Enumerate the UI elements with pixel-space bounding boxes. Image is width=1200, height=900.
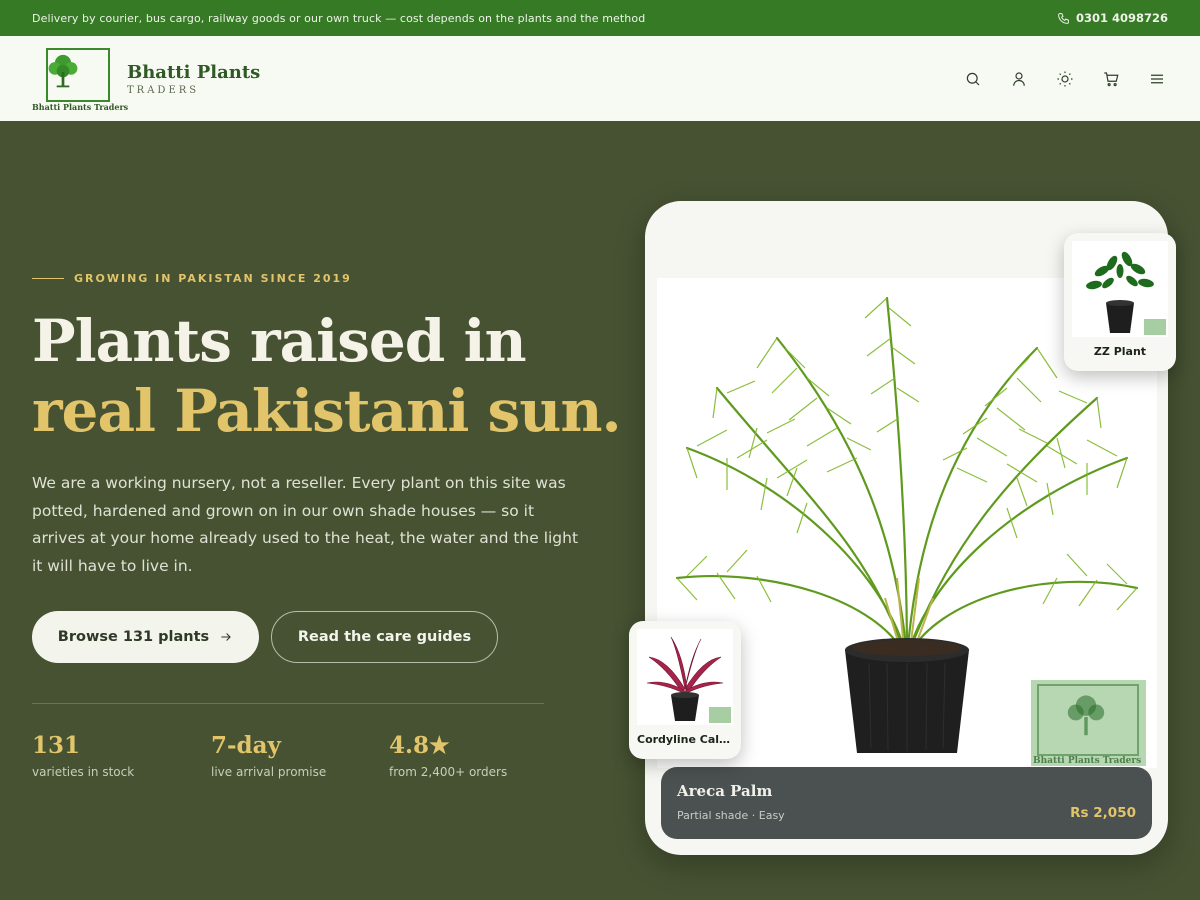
browse-plants-label: Browse 131 plants xyxy=(57,629,210,645)
eyebrow-rule xyxy=(32,278,64,279)
stat-arrival: 7-day live arrival promise xyxy=(211,732,326,779)
tree-logo-icon xyxy=(48,54,78,87)
cart-icon xyxy=(1104,71,1119,86)
watermark-text: Bhatti Plants Traders xyxy=(1033,756,1142,766)
phone-number: 0301 4098726 xyxy=(1075,11,1168,25)
delivery-message: Delivery by courier, bus cargo, railway … xyxy=(32,11,646,25)
stats-divider xyxy=(32,703,544,704)
mini-card-cordyline[interactable]: Cordyline Calypso xyxy=(629,621,741,759)
featured-plant-price: Rs 2,050 xyxy=(1070,805,1136,821)
stat-value: 131 xyxy=(32,732,81,759)
phone-link[interactable]: 0301 4098726 xyxy=(1057,11,1168,25)
stat-value: 4.8★ xyxy=(389,732,450,759)
hero-title: Plants raised in real Pakistani sun. xyxy=(32,306,622,446)
header-actions xyxy=(962,68,1168,90)
care-guides-button[interactable]: Read the care guides xyxy=(271,611,498,663)
brand-logo-link[interactable]: Bhatti Plants Traders Bhatti Plants TRAD… xyxy=(32,46,260,112)
care-guides-label: Read the care guides xyxy=(297,629,472,645)
logo: Bhatti Plants Traders xyxy=(32,46,128,112)
menu-icon xyxy=(1151,74,1163,83)
theme-toggle-button[interactable] xyxy=(1054,68,1076,90)
stat-varieties: 131 varieties in stock xyxy=(32,732,134,779)
featured-plant-info[interactable]: Areca Palm Partial shade · Easy Rs 2,050 xyxy=(661,767,1152,839)
cordyline-image xyxy=(637,629,733,725)
search-icon xyxy=(966,72,980,85)
hero-eyebrow: GROWING IN PAKISTAN SINCE 2019 xyxy=(32,272,352,285)
logo-caption: Bhatti Plants Traders xyxy=(32,101,129,112)
stat-rating: 4.8★ from 2,400+ orders xyxy=(389,732,507,779)
watermark-tree-icon xyxy=(1067,695,1105,736)
phone-icon xyxy=(1058,12,1069,24)
site-header: Bhatti Plants Traders Bhatti Plants TRAD… xyxy=(0,36,1200,121)
eyebrow-text: GROWING IN PAKISTAN SINCE 2019 xyxy=(74,272,352,285)
brand-subtitle: TRADERS xyxy=(127,84,200,96)
featured-plant-meta: Partial shade · Easy xyxy=(677,809,785,822)
featured-plant-name: Areca Palm xyxy=(677,782,773,800)
hero-lead: We are a working nursery, not a reseller… xyxy=(32,474,579,575)
cart-button[interactable] xyxy=(1100,68,1122,90)
stat-label: varieties in stock xyxy=(32,765,135,779)
arrow-right-icon xyxy=(221,633,232,641)
hero-title-line1: Plants raised in xyxy=(32,307,527,375)
brand-name: Bhatti Plants xyxy=(127,61,261,83)
browse-plants-button[interactable]: Browse 131 plants xyxy=(32,611,259,663)
mini-card-zz-plant[interactable]: ZZ Plant xyxy=(1064,233,1176,371)
zz-plant-image xyxy=(1072,241,1168,337)
mini-card-label: ZZ Plant xyxy=(1093,345,1147,358)
announcement-bar: Delivery by courier, bus cargo, railway … xyxy=(0,0,1200,36)
menu-button[interactable] xyxy=(1146,68,1168,90)
stat-label: from 2,400+ orders xyxy=(389,765,508,779)
mini-card-label: Cordyline Calypso xyxy=(637,733,741,746)
stat-value: 7-day xyxy=(211,732,281,759)
sun-icon xyxy=(1057,71,1073,86)
search-button[interactable] xyxy=(962,68,984,90)
stat-label: live arrival promise xyxy=(211,765,327,779)
image-watermark: Bhatti Plants Traders xyxy=(1031,680,1146,766)
hero-title-line2: real Pakistani sun. xyxy=(32,377,622,445)
account-button[interactable] xyxy=(1008,68,1030,90)
user-icon xyxy=(1013,71,1025,86)
